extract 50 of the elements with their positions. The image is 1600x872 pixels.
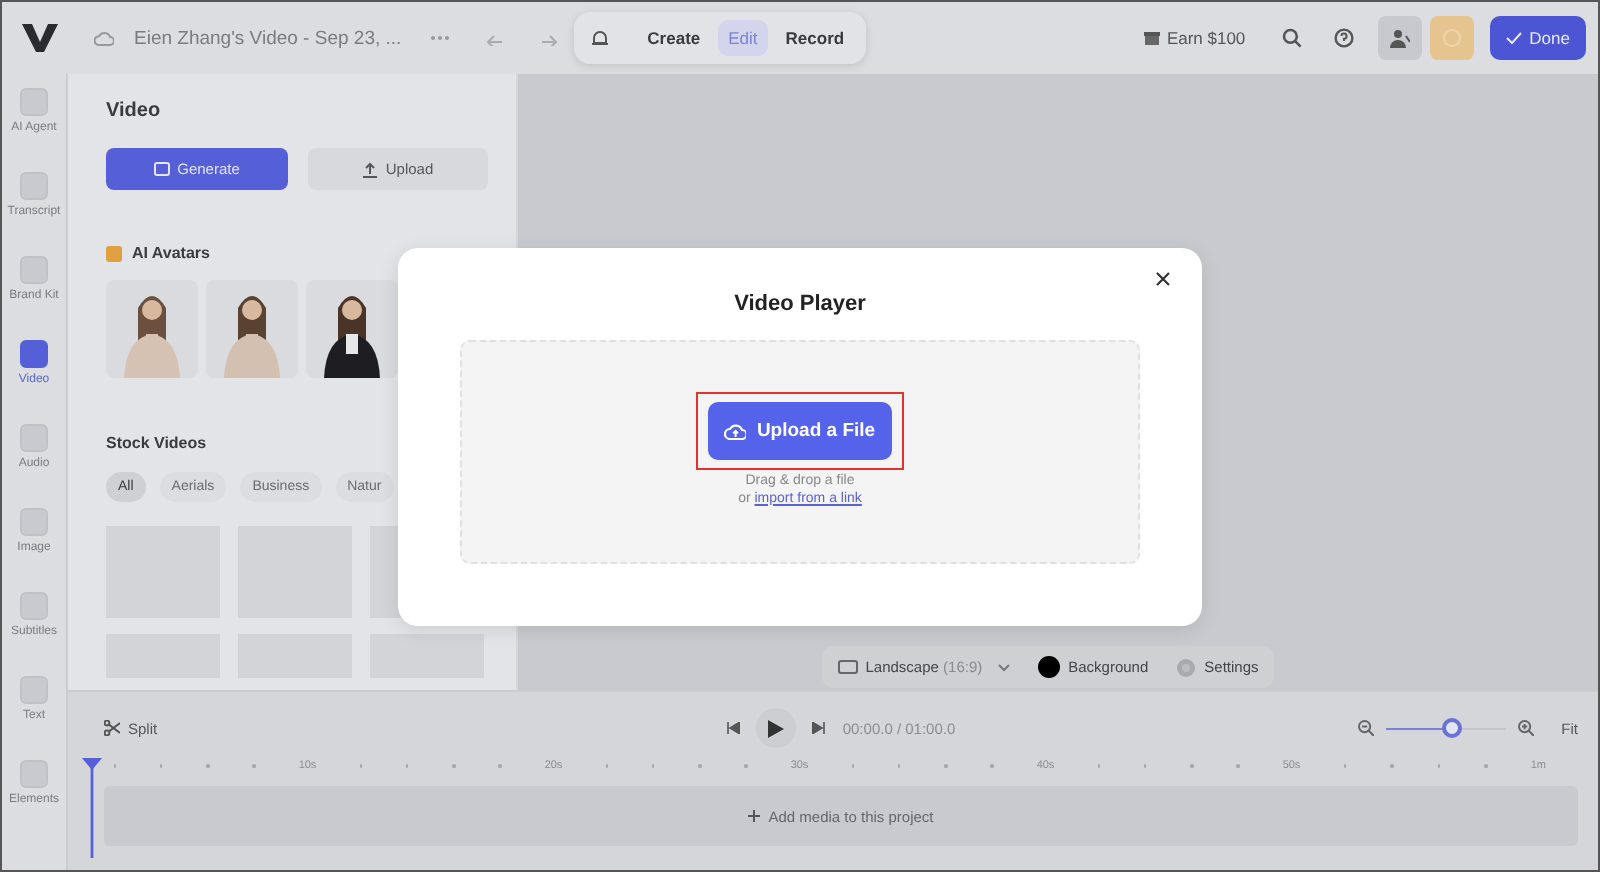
play-icon: [768, 719, 785, 737]
zoom-out-icon[interactable]: [1357, 720, 1374, 736]
mode-tab[interactable]: Edit: [718, 20, 768, 56]
dialog-title: Video Player: [734, 291, 866, 315]
earn-link[interactable]: Earn $100: [1166, 28, 1246, 48]
zoom-slider[interactable]: [1385, 718, 1506, 738]
done-button[interactable]: Done: [1489, 16, 1586, 60]
screen-icon: [837, 660, 858, 674]
panel-title: Video: [106, 100, 163, 122]
next-icon[interactable]: [812, 722, 827, 734]
sidebar-icon: [20, 508, 48, 536]
circle-icon: [1441, 28, 1462, 48]
cloud-icon: [94, 30, 114, 46]
color-swatch-icon: [1038, 656, 1061, 678]
previous-icon[interactable]: [726, 722, 741, 734]
sidebar-icon: [20, 88, 48, 116]
sidebar-icon: [20, 256, 48, 284]
close-icon: [1156, 271, 1170, 285]
bell-icon[interactable]: [589, 28, 610, 48]
playhead[interactable]: [82, 758, 102, 858]
cloud-upload-icon: [724, 421, 747, 439]
caret-icon: [998, 663, 1011, 671]
mode-tab[interactable]: Record: [775, 20, 855, 56]
scissors-icon: [104, 720, 120, 736]
slider-thumb[interactable]: [1441, 718, 1462, 738]
upload-file-button[interactable]: Upload a File: [708, 401, 892, 459]
check-icon: [1505, 32, 1522, 44]
person-icon: [1389, 28, 1410, 48]
settings-icon: [1176, 657, 1197, 677]
plus-icon: [748, 810, 761, 822]
play-button[interactable]: [756, 708, 797, 748]
person-button[interactable]: [1377, 16, 1422, 60]
logo-icon[interactable]: [22, 24, 58, 52]
search-icon[interactable]: [1281, 28, 1302, 48]
section-title: AI Avatars: [132, 244, 210, 262]
section-title: Stock Videos: [106, 434, 209, 452]
mode-tab[interactable]: Create: [637, 20, 711, 56]
sidebar-icon: [20, 340, 48, 368]
more-icon[interactable]: [429, 34, 450, 42]
close-button[interactable]: [1152, 267, 1174, 289]
zoom-in-icon[interactable]: [1517, 720, 1534, 736]
sidebar-icon: [20, 676, 48, 704]
help-icon[interactable]: [1333, 28, 1354, 48]
sidebar-icon: [20, 592, 48, 620]
avatar-badge-icon: [106, 245, 122, 261]
upload-icon: [361, 161, 378, 177]
sidebar-icon: [20, 424, 48, 452]
sidebar-icon: [20, 760, 48, 788]
sidebar-icon: [20, 172, 48, 200]
project-title[interactable]: Eien Zhang's Video - Sep 23, ...: [134, 27, 402, 49]
